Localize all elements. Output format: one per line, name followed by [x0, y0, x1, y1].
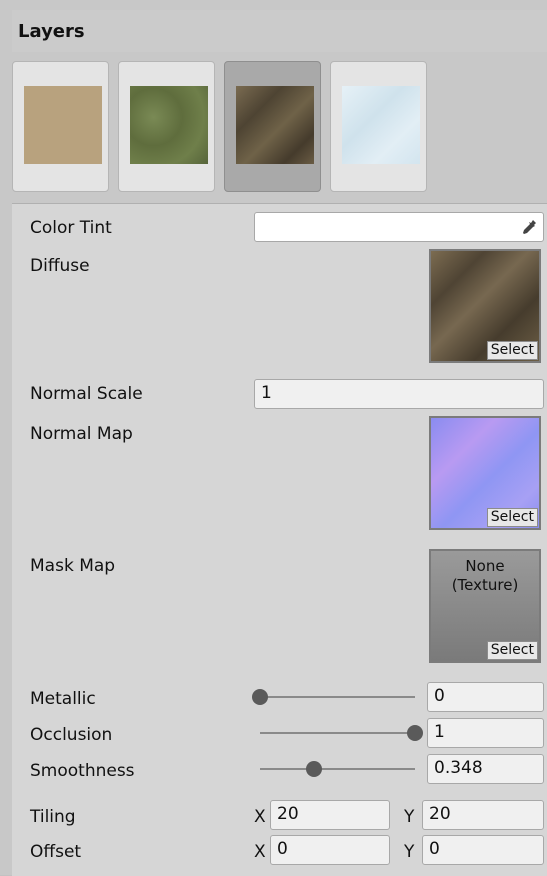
metallic-label: Metallic	[30, 689, 96, 709]
mask-map-label: Mask Map	[30, 556, 116, 576]
smoothness-value-input[interactable]: 0.348	[427, 754, 544, 784]
normal-map-select-button[interactable]: Select	[486, 508, 538, 527]
offset-y-label: Y	[404, 842, 415, 862]
metallic-value-input[interactable]: 0	[427, 682, 544, 712]
occlusion-label: Occlusion	[30, 725, 113, 745]
offset-y-input[interactable]: 0	[422, 835, 544, 865]
occlusion-value-input[interactable]: 1	[427, 718, 544, 748]
normal-scale-input[interactable]: 1	[254, 379, 544, 409]
metallic-slider-handle[interactable]	[252, 689, 268, 705]
tiling-y-label: Y	[404, 807, 415, 827]
eyedropper-icon[interactable]	[519, 217, 539, 237]
grass-texture-thumbnail	[130, 86, 208, 164]
mask-map-texture-slot[interactable]: None (Texture) Select	[429, 549, 541, 663]
layers-header: Layers	[12, 10, 547, 53]
snow-texture-thumbnail	[342, 86, 420, 164]
tiling-x-label: X	[254, 807, 266, 827]
none-line: None	[465, 557, 505, 575]
layer-properties-panel: Color Tint Diffuse Select Normal Scale 1…	[12, 203, 547, 876]
diffuse-texture-slot[interactable]: Select	[429, 249, 541, 363]
color-tint-label: Color Tint	[30, 218, 112, 238]
occlusion-slider-handle[interactable]	[407, 725, 423, 741]
terrain-layer-inspector: Layers Color Tint Diffuse Select Normal …	[0, 0, 547, 876]
normal-scale-label: Normal Scale	[30, 384, 143, 404]
smoothness-label: Smoothness	[30, 761, 135, 781]
metallic-slider-track[interactable]	[260, 696, 415, 698]
smoothness-slider-handle[interactable]	[305, 761, 322, 777]
layer-palette	[12, 52, 547, 198]
tiling-y-input[interactable]: 20	[422, 800, 544, 830]
mask-map-select-button[interactable]: Select	[486, 641, 538, 660]
mask-map-none-text: None (Texture)	[431, 557, 539, 595]
layer-tile-rock[interactable]	[224, 61, 321, 192]
tiling-x-input[interactable]: 20	[270, 800, 390, 830]
color-tint-field[interactable]	[254, 212, 544, 242]
normal-map-texture-slot[interactable]: Select	[429, 416, 541, 530]
offset-label: Offset	[30, 842, 82, 862]
layer-tile-sand[interactable]	[12, 61, 109, 192]
offset-x-label: X	[254, 842, 266, 862]
occlusion-slider-track[interactable]	[260, 732, 415, 734]
layers-title: Layers	[18, 21, 85, 42]
sand-texture-thumbnail	[24, 86, 102, 164]
layer-tile-grass[interactable]	[118, 61, 215, 192]
tiling-label: Tiling	[30, 807, 76, 827]
texture-line: (Texture)	[451, 576, 519, 594]
diffuse-select-button[interactable]: Select	[486, 341, 538, 360]
smoothness-slider-track[interactable]	[260, 768, 415, 770]
layer-tile-snow[interactable]	[330, 61, 427, 192]
rock-texture-thumbnail	[236, 86, 314, 164]
offset-x-input[interactable]: 0	[270, 835, 390, 865]
diffuse-label: Diffuse	[30, 256, 90, 276]
normal-map-label: Normal Map	[30, 424, 133, 444]
